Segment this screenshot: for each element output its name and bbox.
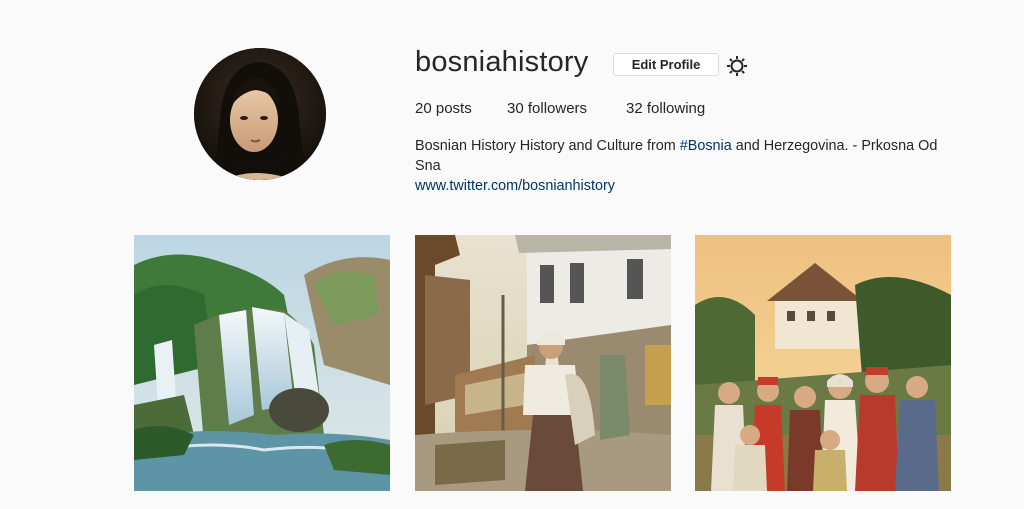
following-link[interactable]: 32 following bbox=[626, 100, 705, 117]
bio-text: Bosnian History History and Culture from bbox=[415, 138, 680, 154]
profile-username: bosniahistory bbox=[415, 46, 589, 78]
bio-hashtag-link[interactable]: #Bosnia bbox=[680, 138, 732, 154]
post-thumbnail-waterfall[interactable] bbox=[134, 235, 390, 491]
profile-website-link[interactable]: www.twitter.com/bosnianhistory bbox=[415, 178, 615, 194]
edit-profile-button[interactable]: Edit Profile bbox=[613, 53, 719, 76]
post-thumbnail-street[interactable] bbox=[415, 235, 671, 491]
posts-count: 20 posts bbox=[415, 100, 472, 117]
profile-avatar[interactable] bbox=[194, 48, 326, 180]
followers-link[interactable]: 30 followers bbox=[507, 100, 587, 117]
profile-bio: Bosnian History History and Culture from… bbox=[415, 136, 955, 176]
post-thumbnail-villagers[interactable] bbox=[695, 235, 951, 491]
gear-icon[interactable] bbox=[725, 54, 749, 78]
portrait-image bbox=[194, 48, 326, 180]
